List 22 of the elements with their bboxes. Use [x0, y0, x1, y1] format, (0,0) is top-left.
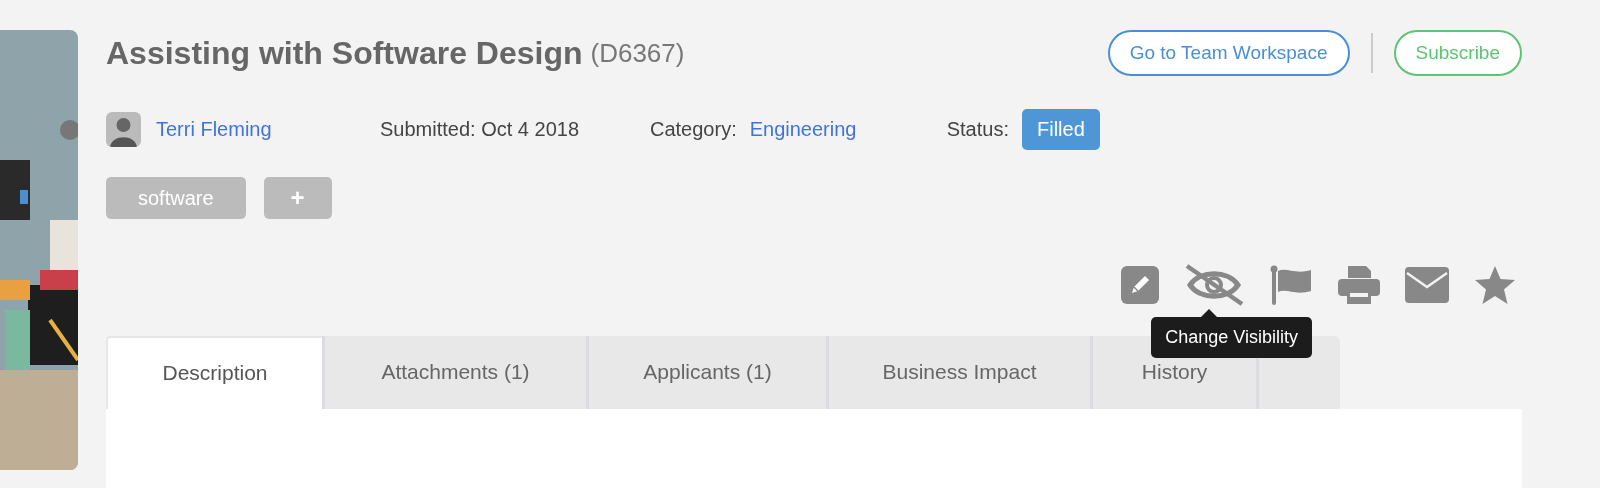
pencil-icon[interactable]	[1121, 266, 1159, 305]
envelope-icon[interactable]	[1405, 267, 1449, 304]
tooltip: Change Visibility	[1151, 317, 1312, 359]
eye-slash-icon[interactable]	[1184, 264, 1244, 307]
subscribe-button[interactable]: Subscribe	[1393, 30, 1522, 76]
star-icon[interactable]	[1474, 265, 1516, 306]
flag-icon[interactable]	[1269, 265, 1313, 306]
tab[interactable]: Attachments (1)	[322, 335, 586, 409]
category-label: Category:	[650, 118, 737, 142]
author-link[interactable]: Terri Fleming	[156, 118, 380, 142]
avatar	[106, 112, 141, 148]
tab[interactable]: Description	[106, 335, 322, 409]
request-id: (D6367)	[590, 37, 685, 69]
tab[interactable]: Applicants (1)	[586, 335, 826, 409]
submitted-date: Submitted: Oct 4 2018	[380, 118, 580, 142]
printer-icon[interactable]	[1338, 266, 1380, 305]
status-label: Status:	[946, 118, 1009, 142]
page-title: Assisting with Software Design	[106, 34, 583, 72]
workspace-button[interactable]: Go to Team Workspace	[1107, 30, 1350, 76]
category-link[interactable]: Engineering	[749, 118, 947, 142]
status-badge: Filled	[1022, 109, 1100, 151]
tab[interactable]: Business Impact	[826, 335, 1090, 409]
